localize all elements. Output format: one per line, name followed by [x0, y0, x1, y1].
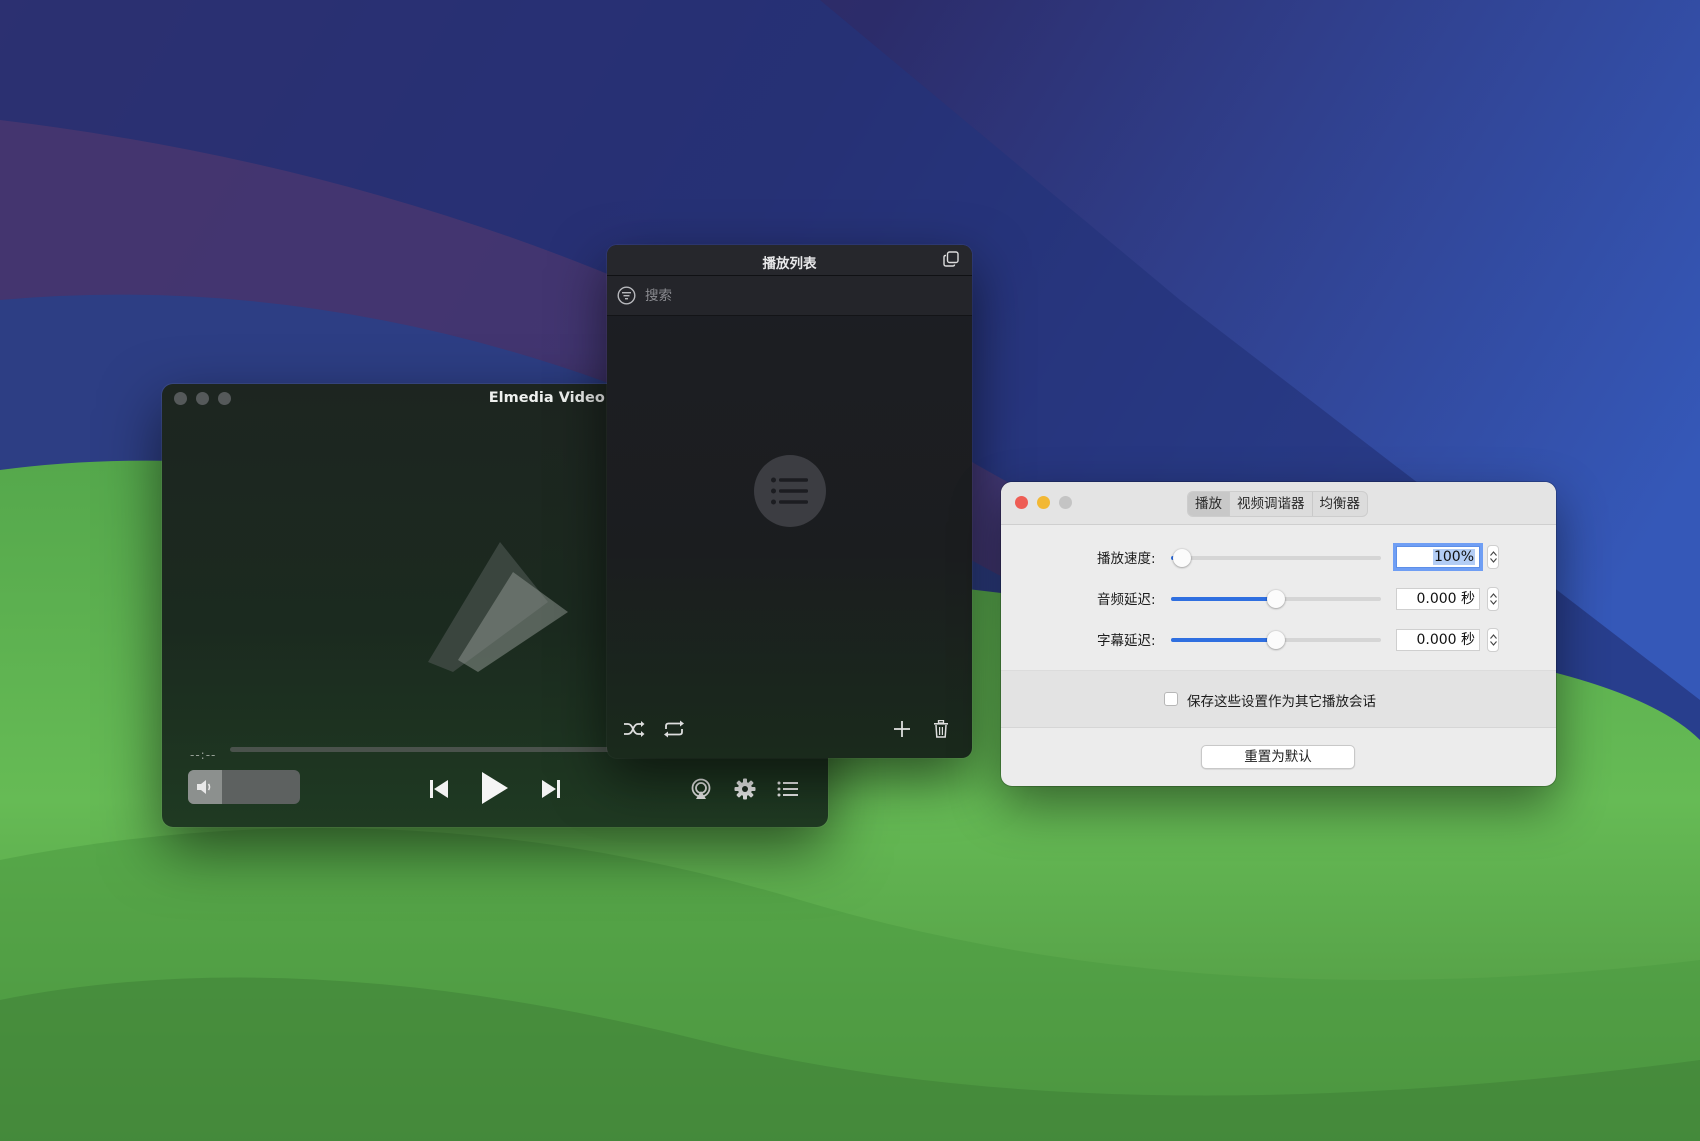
subtitle-delay-label: 字幕延迟:: [1097, 633, 1156, 649]
list-icon: [777, 781, 798, 797]
chevron-down-icon: [1489, 641, 1497, 646]
gear-icon: [734, 778, 756, 800]
minimize-button[interactable]: [1037, 496, 1050, 509]
speaker-icon: [197, 780, 211, 794]
playback-speed-label: 播放速度:: [1097, 551, 1156, 567]
audio-delay-stepper[interactable]: [1487, 587, 1499, 611]
slider-knob[interactable]: [1172, 549, 1191, 567]
empty-playlist-placeholder: [754, 455, 826, 527]
detach-playlist-button[interactable]: [943, 251, 959, 271]
copy-window-icon: [943, 251, 959, 267]
close-button[interactable]: [1015, 496, 1028, 509]
tab-playback[interactable]: 播放: [1188, 492, 1230, 516]
add-to-playlist-button[interactable]: [893, 720, 911, 742]
slider-knob[interactable]: [1267, 590, 1285, 608]
audio-delay-field[interactable]: 0.000 秒: [1396, 588, 1480, 610]
subtitle-delay-field[interactable]: 0.000 秒: [1396, 629, 1480, 651]
play-icon: [482, 772, 508, 804]
skip-back-icon: [430, 780, 448, 798]
zoom-button[interactable]: [1059, 496, 1072, 509]
settings-tabs: 播放 视频调谐器 均衡器: [1187, 491, 1368, 517]
plus-icon: [894, 721, 910, 737]
airplay-icon: [691, 778, 711, 799]
volume-slider[interactable]: [188, 770, 300, 804]
subtitle-delay-slider[interactable]: [1171, 631, 1381, 649]
elmedia-logo: [428, 542, 568, 672]
playlist-search-bar: [607, 276, 972, 316]
audio-delay-label: 音频延迟:: [1097, 592, 1156, 608]
playback-speed-slider[interactable]: [1171, 549, 1381, 567]
slider-fill: [1171, 597, 1276, 601]
play-button[interactable]: [476, 768, 512, 808]
chevron-up-icon: [1489, 634, 1497, 639]
subtitle-delay-stepper[interactable]: [1487, 628, 1499, 652]
shuffle-button[interactable]: [623, 720, 645, 742]
delete-from-playlist-button[interactable]: [933, 719, 949, 742]
elapsed-time: --:--: [190, 748, 217, 762]
playlist-title: 播放列表: [762, 256, 817, 272]
filter-icon: [617, 286, 636, 305]
repeat-icon: [664, 720, 684, 738]
tab-equalizer[interactable]: 均衡器: [1313, 492, 1368, 516]
save-settings-label: 保存这些设置作为其它播放会话: [1187, 694, 1376, 710]
slider-knob[interactable]: [1267, 631, 1285, 649]
airplay-button[interactable]: [688, 776, 714, 802]
chevron-down-icon: [1489, 558, 1497, 563]
chevron-up-icon: [1489, 593, 1497, 598]
skip-forward-icon: [542, 780, 560, 798]
playback-settings-window: 播放 视频调谐器 均衡器 播放速度: 100% 音频延迟: 0.000 秒 字幕…: [1001, 482, 1556, 786]
playlist-header: 播放列表: [607, 245, 972, 276]
audio-delay-slider[interactable]: [1171, 590, 1381, 608]
playback-speed-stepper[interactable]: [1487, 545, 1499, 569]
save-settings-row: 保存这些设置作为其它播放会话: [1001, 671, 1556, 728]
next-button[interactable]: [538, 776, 564, 802]
playback-speed-field[interactable]: 100%: [1393, 543, 1483, 571]
chevron-down-icon: [1489, 600, 1497, 605]
playlist-panel: 播放列表: [607, 245, 972, 758]
shuffle-icon: [624, 721, 645, 737]
window-controls: [1015, 496, 1072, 509]
playlist-toggle-button[interactable]: [775, 776, 801, 802]
trash-icon: [934, 719, 948, 738]
save-settings-checkbox[interactable]: [1164, 692, 1178, 706]
settings-button[interactable]: [732, 776, 758, 802]
list-icon: [771, 477, 808, 505]
repeat-button[interactable]: [663, 720, 685, 742]
tab-video-tuner[interactable]: 视频调谐器: [1230, 492, 1313, 516]
reset-to-default-button[interactable]: 重置为默认: [1201, 745, 1355, 769]
chevron-up-icon: [1489, 551, 1497, 556]
playlist-search-input[interactable]: [643, 285, 947, 307]
slider-fill: [1171, 638, 1276, 642]
settings-titlebar: 播放 视频调谐器 均衡器: [1001, 482, 1556, 525]
previous-button[interactable]: [426, 776, 452, 802]
